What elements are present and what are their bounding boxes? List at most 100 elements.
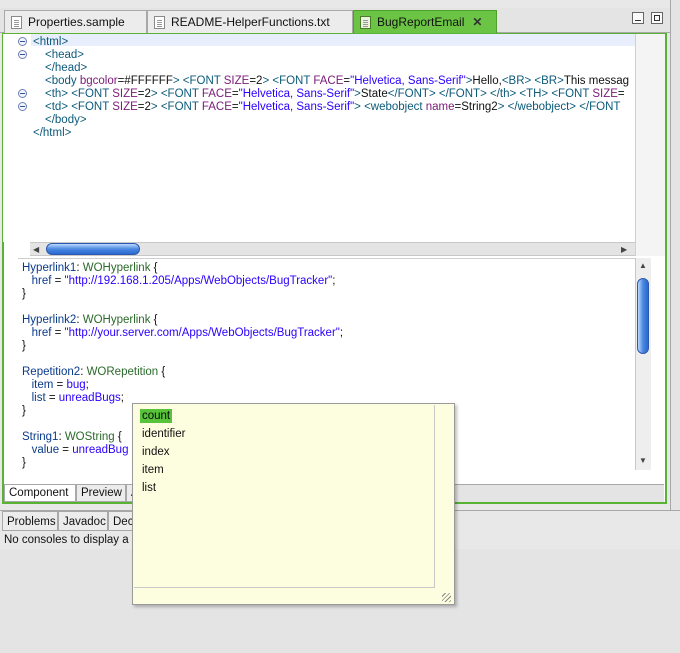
code-token: FACE: [201, 88, 232, 100]
horizontal-scroll-thumb[interactable]: [46, 243, 140, 255]
code-token: =: [59, 444, 73, 456]
wod-source-line: list = unreadBugs;: [22, 392, 124, 405]
html-source-line: </html>: [33, 127, 71, 140]
code-token: =#FFFFFF: [117, 75, 173, 87]
code-token: Hyperlink1: [22, 262, 77, 274]
code-token: }: [22, 288, 26, 300]
code-token: String1: [22, 431, 59, 443]
maximize-icon[interactable]: [651, 12, 663, 24]
code-token: WOHyperlink: [82, 262, 151, 274]
scroll-right-icon[interactable]: ▶: [621, 245, 627, 254]
completion-scroll-track: [436, 405, 454, 588]
wod-source-line: }: [22, 457, 26, 470]
tab-problems[interactable]: Problems: [2, 511, 58, 531]
wod-source-line: }: [22, 340, 26, 353]
wod-source-line: href = "http://192.168.1.205/Apps/WebObj…: [22, 275, 336, 288]
code-token: =: [231, 88, 239, 100]
code-token: "Helvetica, Sans-Serif": [350, 75, 466, 87]
code-token: {: [150, 314, 158, 326]
code-token: > <FONT: [262, 75, 314, 87]
tab-preview[interactable]: Preview: [76, 485, 126, 502]
html-source-pane[interactable]: <html> <head> </head> <body bgcolor=#FFFFFF…: [3, 34, 638, 242]
html-source-line: <html>: [33, 36, 68, 49]
console-message: No consoles to display a: [4, 534, 129, 546]
code-token: href: [31, 275, 52, 287]
code-token: </head>: [45, 62, 88, 74]
code-token: SIZE: [592, 88, 618, 100]
tab-javadoc[interactable]: Javadoc: [58, 511, 108, 531]
html-source-line: </body>: [45, 114, 87, 127]
fold-toggle-icon[interactable]: [18, 102, 27, 111]
html-source-line: <head>: [45, 49, 84, 62]
html-source-line: </head>: [45, 62, 87, 75]
code-token: <th> <FONT: [45, 88, 113, 100]
wod-source-line: Repetition2: WORepetition {: [22, 366, 165, 379]
completion-list[interactable]: count identifier index item list: [134, 405, 435, 588]
scroll-left-icon[interactable]: ◀: [33, 245, 39, 254]
wod-source-line: href = "http://your.server.com/Apps/WebO…: [22, 327, 343, 340]
code-token: Hello,: [472, 75, 502, 87]
html-source-line: <td> <FONT SIZE=2> <FONT FACE="Helvetica…: [45, 101, 620, 114]
code-token: =: [51, 327, 65, 339]
code-token: >: [354, 88, 361, 100]
code-token: WOString: [64, 431, 115, 443]
completion-item[interactable]: index: [140, 445, 172, 459]
fold-toggle-icon[interactable]: [18, 89, 27, 98]
tab-properties-sample[interactable]: Properties.sample: [4, 10, 147, 33]
code-token: FACE: [201, 101, 232, 113]
scroll-down-icon[interactable]: ▼: [639, 456, 647, 465]
completion-item[interactable]: item: [140, 463, 166, 477]
completion-status-bar: [134, 589, 454, 604]
right-view-edge: [670, 0, 680, 510]
scroll-up-icon[interactable]: ▲: [639, 261, 647, 270]
code-token: =: [617, 88, 625, 100]
wod-source-line: Hyperlink2: WOHyperlink {: [22, 314, 158, 327]
code-token: "http://your.server.com/Apps/WebObjects/…: [64, 327, 340, 339]
code-token: </html>: [33, 127, 72, 139]
code-token: unreadBug: [72, 444, 129, 456]
code-token: SIZE: [223, 75, 250, 87]
completion-item[interactable]: list: [140, 481, 158, 495]
code-token: {: [150, 262, 158, 274]
wod-source-line: }: [22, 405, 26, 418]
code-token: =: [231, 101, 239, 113]
code-token: =: [51, 275, 65, 287]
code-token: > <FONT: [150, 88, 202, 100]
code-token: =2: [249, 75, 263, 87]
code-token: ;: [85, 379, 89, 391]
completion-item[interactable]: count: [140, 409, 173, 423]
wod-source-line: value = unreadBug: [22, 444, 129, 457]
tab-component[interactable]: Component: [4, 485, 76, 502]
completion-item[interactable]: identifier: [140, 427, 187, 441]
code-token: =2: [137, 101, 151, 113]
content-assist-popup[interactable]: count identifier index item list: [132, 403, 455, 605]
code-token: bgcolor: [79, 75, 118, 87]
fold-toggle-icon[interactable]: [18, 37, 27, 46]
code-token: > <webobject: [354, 101, 426, 113]
code-token: <head>: [45, 49, 85, 61]
code-token: name: [425, 101, 455, 113]
resize-grip-icon[interactable]: [442, 593, 451, 602]
code-token: "Helvetica, Sans-Serif": [238, 88, 355, 100]
editor-tab-bar: Properties.sample README-HelperFunctions…: [0, 8, 670, 33]
code-token: > <FONT: [150, 101, 202, 113]
fold-toggle-icon[interactable]: [18, 50, 27, 59]
close-icon[interactable]: ✕: [472, 15, 482, 29]
html-source-line: <body bgcolor=#FFFFFF> <FONT SIZE=2> <FO…: [45, 75, 629, 88]
wod-vertical-scroll-thumb[interactable]: [637, 278, 649, 354]
code-token: =: [45, 392, 59, 404]
webobjects-component-icon: [360, 15, 371, 29]
html-vertical-scrollbar[interactable]: [635, 34, 665, 256]
code-token: {: [114, 431, 122, 443]
code-token: > <FONT: [172, 75, 224, 87]
html-source-line: <th> <FONT SIZE=2> <FONT FACE="Helvetica…: [45, 88, 625, 101]
tab-readme-helperfunctions[interactable]: README-HelperFunctions.txt: [147, 10, 353, 33]
code-token: <BR> <BR>: [501, 75, 564, 87]
code-token: WORepetition: [86, 366, 159, 378]
tab-bugreportemail[interactable]: BugReportEmail ✕: [353, 10, 497, 33]
code-token: ;: [332, 275, 336, 287]
minimize-icon[interactable]: [632, 12, 644, 24]
